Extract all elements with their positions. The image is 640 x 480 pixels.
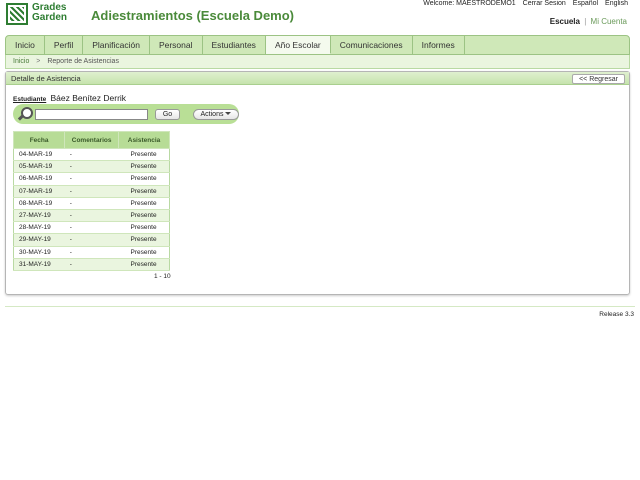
table-row: 27-MAY-19- Presente xyxy=(13,209,170,223)
tab-perfil[interactable]: Perfil xyxy=(45,36,84,54)
breadcrumb-current: Reporte de Asistencias xyxy=(47,58,119,65)
table-row: 31-MAY-19- Presente xyxy=(13,258,170,271)
student-label: Estudiante xyxy=(13,96,47,103)
attendance-cell: Presente xyxy=(118,233,170,247)
student-name: Báez Benítez Derrik xyxy=(50,93,127,103)
date-cell: 05-MAR-19 xyxy=(13,160,65,174)
comment-cell: - xyxy=(64,246,119,259)
attendance-cell: Presente xyxy=(118,258,170,271)
attendance-cell: Presente xyxy=(118,197,170,210)
language-spanish-link[interactable]: Español xyxy=(573,0,598,7)
table-row: 06-MAR-19- Presente xyxy=(13,172,170,186)
logout-link[interactable]: Cerrar Sesion xyxy=(523,0,566,7)
attendance-table: Fecha Comentarios Asistencia 04-MAR-19- P… xyxy=(12,131,170,271)
logo-mark-icon xyxy=(6,3,28,25)
date-cell: 07-MAR-19 xyxy=(13,185,65,198)
column-header-comentarios[interactable]: Comentarios xyxy=(64,131,120,149)
app-title: Adiestramientos (Escuela Demo) xyxy=(91,8,295,23)
breadcrumb-arrow-icon: > xyxy=(36,58,41,65)
table-row: 07-MAR-19- Presente xyxy=(13,185,170,198)
column-header-fecha[interactable]: Fecha xyxy=(12,131,66,149)
date-cell: 30-MAY-19 xyxy=(13,246,65,259)
comment-cell: - xyxy=(64,160,119,174)
comment-cell: - xyxy=(64,172,119,186)
go-button[interactable]: Go xyxy=(155,109,180,120)
actions-label: Actions xyxy=(200,111,224,118)
tab-informes[interactable]: Informes xyxy=(413,36,465,54)
breadcrumb: Inicio > Reporte de Asistencias xyxy=(5,55,630,69)
table-row: 29-MAY-19- Presente xyxy=(13,233,170,247)
link-separator: | xyxy=(584,17,587,26)
tab-personal[interactable]: Personal xyxy=(150,36,203,54)
caret-down-icon xyxy=(225,112,232,115)
comment-cell: - xyxy=(64,233,119,247)
comment-cell: - xyxy=(64,258,119,271)
school-link[interactable]: Escuela xyxy=(550,17,580,26)
date-cell: 08-MAR-19 xyxy=(13,197,65,210)
comment-cell: - xyxy=(64,197,119,210)
attendance-cell: Presente xyxy=(118,185,170,198)
comment-cell: - xyxy=(64,148,119,162)
comment-cell: - xyxy=(64,185,119,198)
welcome-text: Welcome: MAESTRODEMO1 xyxy=(423,0,516,7)
date-cell: 27-MAY-19 xyxy=(13,209,65,223)
table-row: 28-MAY-19- Presente xyxy=(13,221,170,235)
magnifier-icon[interactable] xyxy=(17,107,33,121)
school-account-links: Escuela | Mi Cuenta xyxy=(550,17,627,26)
date-cell: 29-MAY-19 xyxy=(13,233,65,247)
logo-text: Grades Garden xyxy=(32,2,68,23)
tab-ano-escolar[interactable]: Año Escolar xyxy=(265,36,331,54)
date-cell: 31-MAY-19 xyxy=(13,258,65,271)
date-cell: 04-MAR-19 xyxy=(13,148,65,162)
table-row: 30-MAY-19- Presente xyxy=(13,246,170,259)
table-row: 04-MAR-19- Presente xyxy=(13,148,170,162)
tab-planificacion[interactable]: Planificación xyxy=(83,36,150,54)
attendance-cell: Presente xyxy=(118,160,170,174)
attendance-cell: Presente xyxy=(118,246,170,259)
tab-comunicaciones[interactable]: Comunicaciones xyxy=(331,36,413,54)
student-info: Estudiante Báez Benítez Derrik xyxy=(13,93,126,103)
column-header-asistencia[interactable]: Asistencia xyxy=(118,131,170,149)
breadcrumb-home[interactable]: Inicio xyxy=(13,58,29,65)
panel-title: Detalle de Asistencia xyxy=(6,72,629,85)
search-input[interactable] xyxy=(35,109,148,120)
table-row: 08-MAR-19- Presente xyxy=(13,197,170,210)
footer-divider xyxy=(5,306,635,307)
my-account-link[interactable]: Mi Cuenta xyxy=(591,17,627,26)
tab-estudiantes[interactable]: Estudiantes xyxy=(203,36,266,54)
tab-inicio[interactable]: Inicio xyxy=(6,36,45,54)
release-version: Release 3.3 xyxy=(599,311,634,318)
comment-cell: - xyxy=(64,221,119,235)
top-user-bar: Welcome: MAESTRODEMO1 Cerrar Sesion Espa… xyxy=(418,0,628,7)
main-nav: Inicio Perfil Planificación Personal Est… xyxy=(5,35,630,55)
date-cell: 28-MAY-19 xyxy=(13,221,65,235)
attendance-cell: Presente xyxy=(118,221,170,235)
attendance-cell: Presente xyxy=(118,172,170,186)
actions-menu-button[interactable]: Actions xyxy=(193,109,239,120)
attendance-detail-panel: Detalle de Asistencia << Regresar Estudi… xyxy=(5,71,630,295)
comment-cell: - xyxy=(64,209,119,223)
language-english-link[interactable]: English xyxy=(605,0,628,7)
search-bar: Go Actions xyxy=(13,104,239,124)
table-header-row: Fecha Comentarios Asistencia xyxy=(12,131,170,149)
attendance-cell: Presente xyxy=(118,148,170,162)
pagination-info: 1 - 10 xyxy=(154,273,171,280)
attendance-cell: Presente xyxy=(118,209,170,223)
back-button[interactable]: << Regresar xyxy=(572,74,625,84)
table-row: 05-MAR-19- Presente xyxy=(13,160,170,174)
date-cell: 06-MAR-19 xyxy=(13,172,65,186)
grades-garden-logo[interactable]: Grades Garden xyxy=(6,3,76,25)
